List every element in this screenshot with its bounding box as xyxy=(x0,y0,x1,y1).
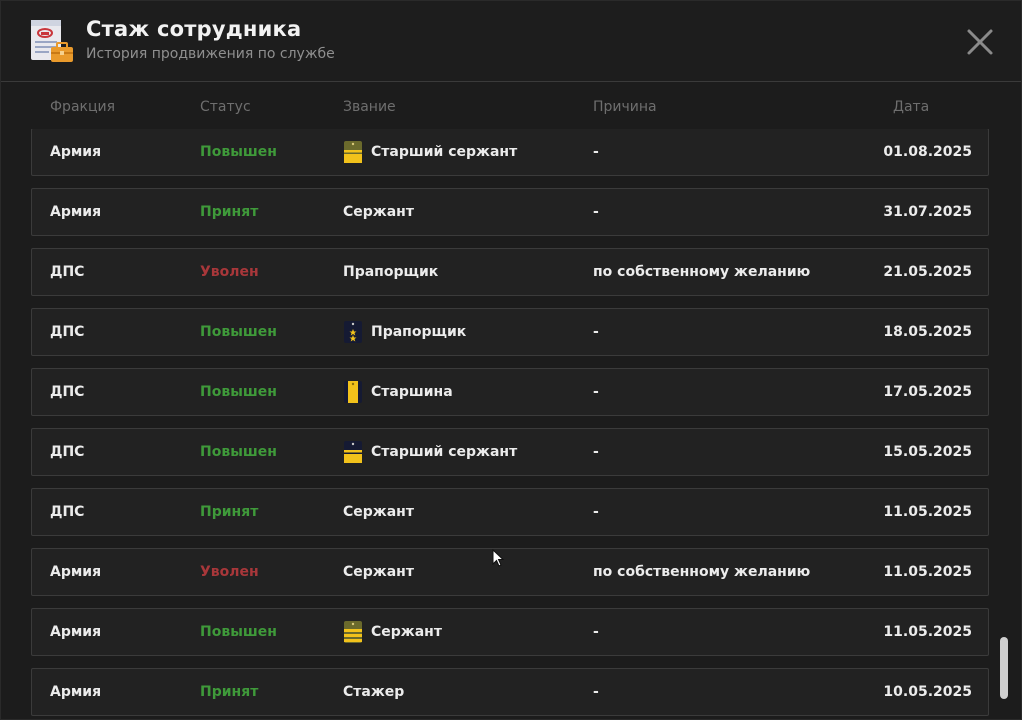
table-row[interactable]: Армия Повышен Сержант - 11.05.2025 xyxy=(31,608,989,656)
status-cell: Повышен xyxy=(200,624,277,640)
column-header-reason: Причина xyxy=(593,99,657,115)
reason-cell: по собственному желанию xyxy=(593,264,811,280)
reason-cell: - xyxy=(593,144,599,160)
page-subtitle: История продвижения по службе xyxy=(86,46,335,62)
table-row[interactable]: ДПС Принят Сержант - 11.05.2025 xyxy=(31,488,989,536)
rank-cell: Старшина xyxy=(343,369,453,415)
faction-cell: ДПС xyxy=(50,504,85,520)
faction-cell: Армия xyxy=(50,144,102,160)
table-row[interactable]: Армия Повышен Старший сержант - 01.08.20… xyxy=(31,129,989,176)
page-title: Стаж сотрудника xyxy=(86,17,302,41)
army-senior-sergeant-icon xyxy=(344,141,362,163)
rank-cell: Прапорщик xyxy=(343,249,438,295)
faction-cell: ДПС xyxy=(50,264,85,280)
table-row[interactable]: Армия Уволен Сержант по собственному жел… xyxy=(31,548,989,596)
rank-cell: Стажер xyxy=(343,669,404,715)
table-row[interactable]: ДПС Повышен Старшина - 17.05.2025 xyxy=(31,368,989,416)
reason-cell: по собственному желанию xyxy=(593,564,811,580)
reason-cell: - xyxy=(593,384,599,400)
status-cell: Принят xyxy=(200,204,259,220)
status-cell: Повышен xyxy=(200,144,277,160)
close-icon[interactable] xyxy=(963,25,997,59)
table-row[interactable]: Армия Принят Сержант - 31.07.2025 xyxy=(31,188,989,236)
reason-cell: - xyxy=(593,684,599,700)
column-header-rank: Звание xyxy=(343,99,396,115)
date-cell: 21.05.2025 xyxy=(883,264,972,280)
date-cell: 11.05.2025 xyxy=(883,564,972,580)
status-cell: Повышен xyxy=(200,384,277,400)
reason-cell: - xyxy=(593,324,599,340)
table-row[interactable]: ДПС Уволен Прапорщик по собственному жел… xyxy=(31,248,989,296)
scrollbar-thumb[interactable] xyxy=(1000,637,1008,699)
reason-cell: - xyxy=(593,444,599,460)
column-header-date: Дата xyxy=(893,99,930,115)
rank-label: Прапорщик xyxy=(371,324,467,340)
status-cell: Уволен xyxy=(200,564,259,580)
reason-cell: - xyxy=(593,204,599,220)
rank-cell: Сержант xyxy=(343,489,414,535)
window-header: Стаж сотрудника История продвижения по с… xyxy=(1,1,1021,82)
rank-cell: Старший сержант xyxy=(343,129,517,175)
date-cell: 31.07.2025 xyxy=(883,204,972,220)
reason-cell: - xyxy=(593,624,599,640)
status-cell: Принят xyxy=(200,504,259,520)
table-header: Фракция Статус Звание Причина Дата xyxy=(1,83,1001,131)
date-cell: 17.05.2025 xyxy=(883,384,972,400)
column-header-faction: Фракция xyxy=(50,99,116,115)
date-cell: 18.05.2025 xyxy=(883,324,972,340)
status-cell: Повышен xyxy=(200,324,277,340)
rank-cell: Сержант xyxy=(343,189,414,235)
rank-label: Стажер xyxy=(343,684,405,700)
rank-label: Сержант xyxy=(343,504,414,520)
dps-warrant-officer-icon xyxy=(344,321,362,343)
rank-cell: Сержант xyxy=(343,609,442,655)
faction-cell: Армия xyxy=(50,684,102,700)
table-row[interactable]: Армия Принят Стажер - 10.05.2025 xyxy=(31,668,989,716)
faction-cell: Армия xyxy=(50,204,102,220)
faction-cell: ДПС xyxy=(50,324,85,340)
date-cell: 11.05.2025 xyxy=(883,624,972,640)
table-row[interactable]: ДПС Повышен Прапорщик - 18.05.2025 xyxy=(31,308,989,356)
status-cell: Повышен xyxy=(200,444,277,460)
rank-label: Прапорщик xyxy=(343,264,439,280)
rank-label: Старший сержант xyxy=(371,444,518,460)
reason-cell: - xyxy=(593,504,599,520)
document-briefcase-icon xyxy=(31,20,73,62)
date-cell: 15.05.2025 xyxy=(883,444,972,460)
dps-senior-sergeant-icon xyxy=(344,441,362,463)
rank-cell: Сержант xyxy=(343,549,414,595)
army-sergeant-icon xyxy=(344,621,362,643)
date-cell: 11.05.2025 xyxy=(883,504,972,520)
date-cell: 10.05.2025 xyxy=(883,684,972,700)
rank-label: Сержант xyxy=(343,564,414,580)
table-row[interactable]: ДПС Повышен Старший сержант - 15.05.2025 xyxy=(31,428,989,476)
history-list[interactable]: Армия Повышен Старший сержант - 01.08.20… xyxy=(1,129,997,719)
rank-label: Старший сержант xyxy=(371,144,518,160)
rank-cell: Прапорщик xyxy=(343,309,466,355)
mouse-cursor-icon xyxy=(492,549,505,567)
rank-label: Сержант xyxy=(343,204,414,220)
seniority-window: Стаж сотрудника История продвижения по с… xyxy=(0,0,1022,720)
status-cell: Уволен xyxy=(200,264,259,280)
faction-cell: Армия xyxy=(50,624,102,640)
rank-cell: Старший сержант xyxy=(343,429,517,475)
dps-sergeant-major-icon xyxy=(344,381,362,403)
rank-label: Старшина xyxy=(371,384,453,400)
date-cell: 01.08.2025 xyxy=(883,144,972,160)
rank-label: Сержант xyxy=(371,624,442,640)
faction-cell: Армия xyxy=(50,564,102,580)
faction-cell: ДПС xyxy=(50,444,85,460)
column-header-status: Статус xyxy=(200,99,251,115)
faction-cell: ДПС xyxy=(50,384,85,400)
status-cell: Принят xyxy=(200,684,259,700)
